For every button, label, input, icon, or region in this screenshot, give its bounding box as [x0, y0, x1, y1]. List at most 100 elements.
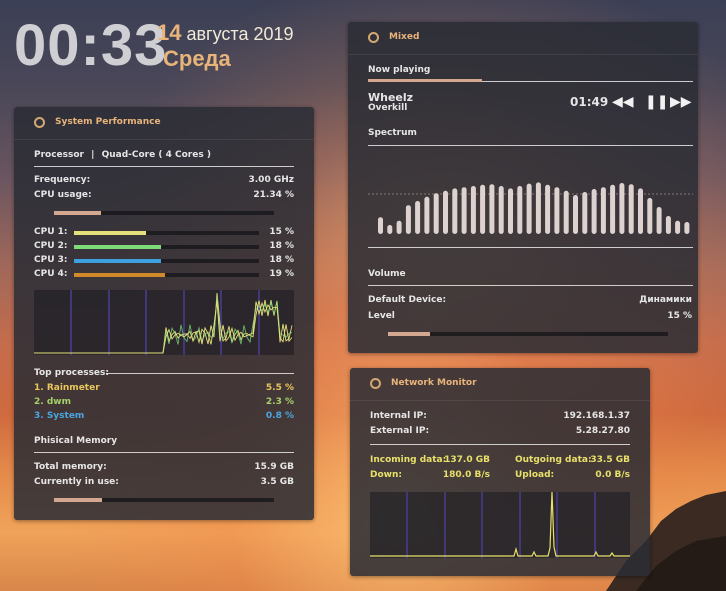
volume-fill	[388, 332, 430, 336]
incoming-data-label: Incoming data:	[370, 455, 447, 465]
internal-ip-value: 192.168.1.37	[563, 411, 630, 421]
cpu-history-line	[34, 296, 293, 354]
cpu-core-label: CPU 1:	[34, 227, 68, 237]
network-history-graph	[370, 491, 630, 558]
spectrum-bar	[424, 196, 430, 234]
spectrum-bar	[378, 217, 383, 234]
panel-title: System Performance	[55, 117, 161, 127]
processor-label: Processor	[34, 150, 84, 160]
spectrum-bar	[498, 186, 504, 234]
top-processes-label: Top processes:	[34, 368, 109, 378]
spectrum-bar	[573, 195, 578, 234]
next-track-button[interactable]: ▶▶	[670, 94, 692, 110]
volume-label: Volume	[368, 269, 406, 279]
spectrum-bar	[591, 189, 597, 234]
cpu-core-value: 18 %	[269, 255, 294, 265]
volume-slider[interactable]	[388, 332, 668, 336]
clock-day: 14	[157, 20, 182, 45]
spectrum-bar	[684, 222, 690, 234]
spectrum-bar	[387, 225, 393, 234]
external-ip-label: External IP:	[370, 426, 430, 436]
panel-header: System Performance	[14, 107, 314, 140]
cpu-core-bar	[74, 231, 259, 235]
process-name: 3. System	[34, 411, 85, 421]
spectrum-bar	[545, 184, 551, 234]
process-usage: 0.8 %	[265, 411, 294, 421]
spectrum-bar	[563, 190, 569, 234]
process-usage: 5.5 %	[265, 383, 294, 393]
divider	[370, 444, 630, 445]
memory-in-use-label: Currently in use:	[34, 477, 119, 487]
volume-level-label: Level	[368, 311, 395, 321]
spectrum-bar	[452, 188, 458, 234]
frequency-value: 3.00 GHz	[248, 175, 295, 185]
cpu-core-label: CPU 2:	[34, 241, 68, 251]
spectrum-bar	[526, 183, 532, 234]
internal-ip-label: Internal IP:	[370, 411, 427, 421]
outgoing-data-label: Outgoing data:	[515, 455, 592, 465]
playback-progress-bar[interactable]	[368, 79, 482, 82]
spectrum-bar	[480, 184, 486, 234]
cpu-usage-label: CPU usage:	[34, 190, 92, 200]
divider	[106, 373, 294, 374]
spectrum-bar	[665, 216, 671, 234]
cpu-core-value: 15 %	[269, 227, 294, 237]
spectrum-bar	[508, 188, 513, 234]
spectrum-bar	[647, 198, 653, 234]
spectrum-bar	[489, 184, 495, 234]
cpu-usage-value: 21.34 %	[253, 190, 294, 200]
cpu-core-bar	[74, 259, 259, 263]
divider	[368, 145, 693, 146]
spectrum-visualizer	[368, 182, 693, 234]
cpu-core-value: 19 %	[269, 269, 294, 279]
processor-line: Processor | Quad-Core ( 4 Cores )	[34, 150, 211, 160]
frequency-label: Frequency:	[34, 175, 91, 185]
network-history-line	[370, 491, 630, 557]
spectrum-label: Spectrum	[368, 128, 417, 138]
spectrum-bar	[656, 207, 662, 234]
processor-separator: |	[91, 150, 95, 160]
processor-desc: Quad-Core ( 4 Cores )	[101, 150, 211, 160]
default-device-value: Динамики	[639, 295, 692, 305]
ring-icon	[368, 32, 379, 43]
memory-in-use-value: 3.5 GB	[260, 477, 294, 487]
spectrum-bar	[433, 193, 439, 234]
memory-fill	[54, 498, 103, 502]
spectrum-bar	[535, 182, 541, 234]
previous-track-button[interactable]: ◀◀	[612, 94, 634, 110]
outgoing-data-value: 33.5 GB	[590, 455, 630, 465]
system-performance-panel: System Performance Processor | Quad-Core…	[14, 107, 314, 520]
clock-weekday: Среда	[163, 46, 231, 71]
spectrum-bar	[443, 190, 448, 234]
track-title: Overkill	[368, 103, 408, 113]
ring-icon	[370, 378, 381, 389]
cpu-core-bar	[74, 273, 259, 277]
cpu-core-label: CPU 4:	[34, 269, 68, 279]
spectrum-bar	[582, 192, 588, 234]
spectrum-bar	[619, 183, 625, 234]
clock-month-year: августа 2019	[181, 24, 294, 44]
divider	[34, 452, 294, 453]
process-name: 1. Rainmeter	[34, 383, 100, 393]
panel-title: Mixed	[389, 32, 420, 42]
mixed-panel: Mixed Now playing Wheelz Overkill 01:49 …	[348, 22, 698, 353]
cpu-core-fill	[74, 245, 161, 249]
incoming-data-value: 137.0 GB	[444, 455, 490, 465]
cpu-core-fill	[74, 273, 166, 277]
track-position: 01:49	[570, 95, 609, 109]
ring-icon	[34, 117, 45, 128]
clock-time: 00:33	[14, 13, 168, 78]
spectrum-bar	[610, 184, 616, 234]
down-speed-label: Down:	[370, 470, 402, 480]
cpu-core-value: 18 %	[269, 241, 294, 251]
pause-button[interactable]: ❚❚	[645, 94, 668, 110]
volume-level-value: 15 %	[667, 311, 692, 321]
default-device-label: Default Device:	[368, 295, 447, 305]
spectrum-bar	[675, 220, 681, 234]
cpu-history-graph	[34, 290, 294, 355]
cpu-history-line	[34, 300, 293, 354]
spectrum-bar	[396, 220, 402, 234]
total-memory-label: Total memory:	[34, 462, 107, 472]
spectrum-bar	[554, 187, 560, 234]
upload-speed-value: 0.0 B/s	[595, 470, 630, 480]
